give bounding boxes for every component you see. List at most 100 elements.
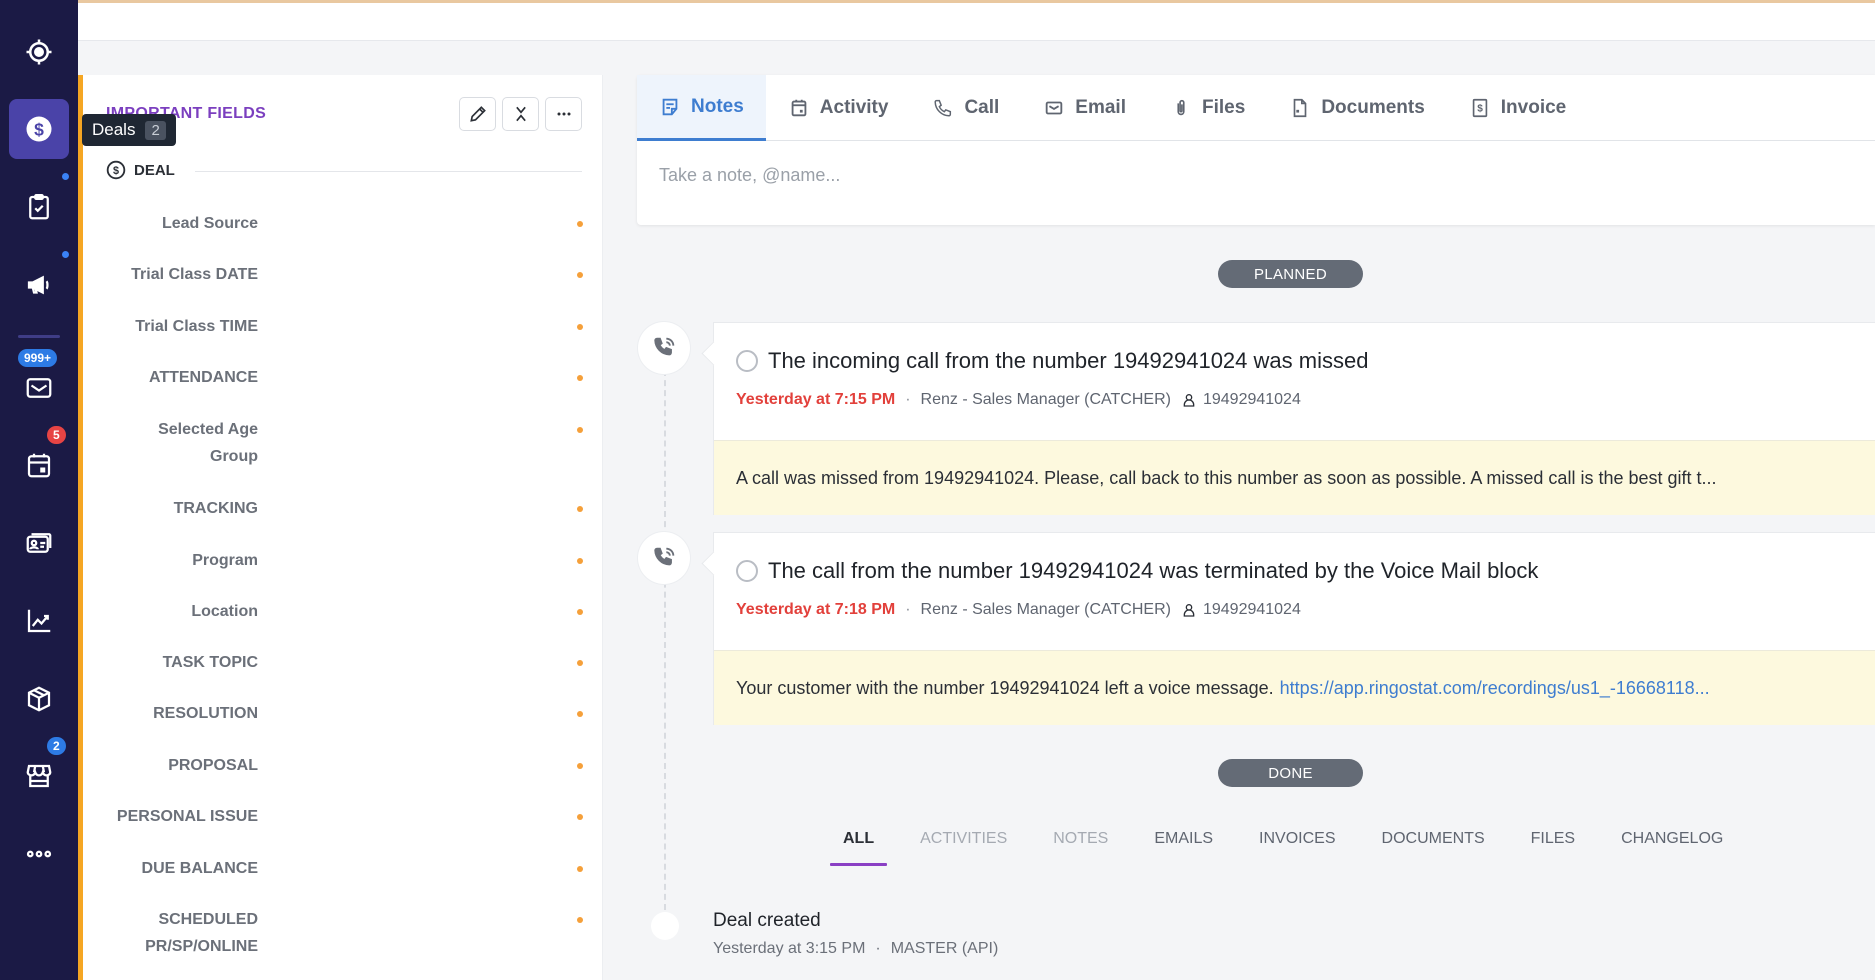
activity-contact[interactable]: 19492941024 <box>1181 391 1301 409</box>
composer-tabs: Notes Activity Call Email Files Document… <box>637 75 1875 141</box>
recording-link[interactable]: https://app.ringostat.com/recordings/us1… <box>1280 678 1710 699</box>
tab-notes[interactable]: Notes <box>637 75 766 141</box>
person-icon <box>1183 604 1195 617</box>
filter-tab-emails[interactable]: EMAILS <box>1131 830 1236 866</box>
empty-value-dot <box>577 324 583 330</box>
activity-title: The incoming call from the number 194929… <box>736 348 1368 374</box>
collapse-button[interactable] <box>502 97 539 131</box>
field-label: PROPOSAL <box>168 757 258 774</box>
section-title: DEAL <box>134 161 175 179</box>
tab-label: Call <box>964 97 1000 118</box>
phone-call-icon <box>654 547 675 566</box>
calendar-icon <box>791 99 807 117</box>
empty-value-dot <box>577 375 583 381</box>
filter-tab-changelog[interactable]: CHANGELOG <box>1598 830 1746 866</box>
tab-email[interactable]: Email <box>1021 75 1148 141</box>
field-label: DUE BALANCE <box>141 860 258 877</box>
panel-actions <box>459 97 582 131</box>
activity-note-text: A call was missed from 19492941024. Plea… <box>736 467 1717 488</box>
filter-tab-all[interactable]: ALL <box>820 830 897 866</box>
tab-documents[interactable]: Documents <box>1267 75 1446 141</box>
calendar-icon <box>27 453 51 478</box>
deal-created-by: MASTER (API) <box>890 940 999 957</box>
tab-files[interactable]: Files <box>1148 75 1267 141</box>
tab-label: Invoice <box>1500 97 1567 118</box>
planned-badge: PLANNED <box>1218 260 1363 288</box>
sidebar-divider <box>18 335 60 338</box>
field-label: SCHEDULED PR/SP/ONLINE <box>145 911 258 955</box>
activity-card: The incoming call from the number 194929… <box>713 322 1875 515</box>
filter-tab-documents[interactable]: DOCUMENTS <box>1359 830 1508 866</box>
activity-title: The call from the number 19492941024 was… <box>736 558 1538 584</box>
tab-call[interactable]: Call <box>910 75 1021 141</box>
person-icon <box>1183 394 1195 407</box>
tooltip-label: Deals <box>92 120 136 139</box>
filter-tab-invoices[interactable]: INVOICES <box>1236 830 1358 866</box>
top-bar <box>78 3 1875 41</box>
chart-line-icon <box>27 609 51 633</box>
sidebar-item-contacts[interactable] <box>9 513 69 573</box>
tab-invoice[interactable]: $ Invoice <box>1447 75 1588 141</box>
sidebar-item-inbox[interactable] <box>9 358 69 418</box>
sidebar-item-calendar[interactable] <box>9 435 69 495</box>
svg-text:$: $ <box>113 165 119 177</box>
field-label: Program <box>192 552 258 569</box>
field-label: TRACKING <box>173 500 258 517</box>
filter-tab-notes[interactable]: NOTES <box>1030 830 1131 866</box>
sidebar-item-store[interactable] <box>9 746 69 806</box>
history-filter-tabs: ALL ACTIVITIES NOTES EMAILS INVOICES DOC… <box>820 830 1746 866</box>
dollar-circle-icon: $ <box>26 116 52 142</box>
megaphone-icon <box>27 275 49 295</box>
deal-created-title: Deal created <box>713 910 821 931</box>
activity-title-text: The incoming call from the number 194929… <box>768 348 1369 373</box>
sidebar-item-products[interactable] <box>9 669 69 729</box>
edit-button[interactable] <box>459 97 496 131</box>
empty-value-dot <box>577 917 583 923</box>
empty-value-dot <box>577 558 583 564</box>
tab-label: Activity <box>819 97 889 118</box>
more-options-button[interactable] <box>545 97 582 131</box>
contact-number: 19492941024 <box>1202 391 1301 408</box>
complete-radio[interactable] <box>736 350 758 372</box>
sidebar-item-tasks[interactable] <box>9 177 69 237</box>
done-badge: DONE <box>1218 759 1363 787</box>
sidebar-item-campaigns[interactable] <box>9 255 69 315</box>
tooltip-count: 2 <box>145 120 166 140</box>
complete-radio[interactable] <box>736 560 758 582</box>
more-horizontal-icon <box>557 112 570 116</box>
deal-created-meta: Yesterday at 3:15 PM · MASTER (API) <box>713 940 998 958</box>
section-divider <box>195 171 582 172</box>
contact-card-icon <box>26 533 52 553</box>
filter-tab-activities[interactable]: ACTIVITIES <box>897 830 1030 866</box>
note-input[interactable] <box>659 165 1759 186</box>
target-icon <box>26 39 52 65</box>
activity-title-text: The call from the number 19492941024 was… <box>768 558 1539 583</box>
svg-text:$: $ <box>34 119 44 139</box>
dollar-circle-icon: $ <box>106 160 126 180</box>
sidebar-item-reports[interactable] <box>9 591 69 651</box>
sidebar-item-more[interactable] <box>9 824 69 884</box>
invoice-icon: $ <box>1472 98 1488 118</box>
empty-value-dot <box>577 506 583 512</box>
empty-value-dot <box>577 221 583 227</box>
empty-value-dot <box>577 763 583 769</box>
activity-meta: Yesterday at 7:15 PM · Renz - Sales Mana… <box>736 391 1301 409</box>
meta-separator: · <box>875 940 881 957</box>
sidebar-item-deals[interactable]: $ <box>9 99 69 159</box>
more-dots-icon <box>26 850 52 858</box>
field-label: Lead Source <box>161 215 258 232</box>
phone-call-icon <box>654 337 675 356</box>
activity-contact[interactable]: 19492941024 <box>1181 601 1301 619</box>
deal-section-header: $ DEAL <box>106 160 175 180</box>
tab-activity[interactable]: Activity <box>766 75 911 141</box>
clipboard-check-icon <box>29 194 49 220</box>
envelope-icon <box>1046 101 1063 115</box>
field-label: PERSONAL ISSUE <box>116 808 258 825</box>
empty-value-dot <box>577 609 583 615</box>
sidebar-item-target[interactable] <box>9 22 69 82</box>
meta-separator: · <box>905 601 911 618</box>
filter-tab-files[interactable]: FILES <box>1508 830 1598 866</box>
empty-value-dot <box>577 814 583 820</box>
empty-value-dot <box>577 711 583 717</box>
timeline-call-marker <box>638 322 690 374</box>
